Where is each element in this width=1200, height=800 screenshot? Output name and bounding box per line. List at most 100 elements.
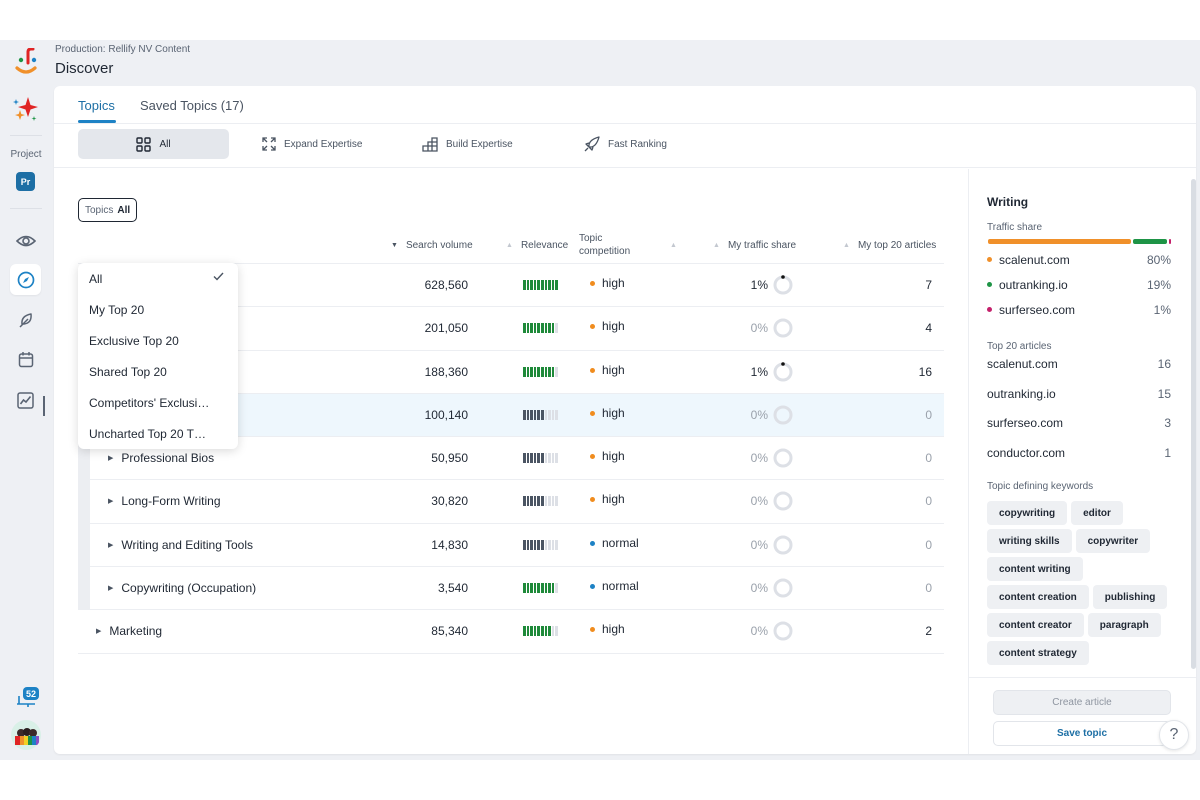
traffic-share-ring-icon <box>773 275 793 295</box>
caret-right-icon[interactable]: ▶ <box>96 627 101 635</box>
table-row[interactable]: ▶ Writing and Editing Tools 14,830 normal 0%… <box>90 524 944 568</box>
relevance-bar <box>555 583 558 594</box>
topic-name-cell[interactable]: ▶ Copywriting (Occupation) <box>108 567 256 609</box>
sidebar-divider <box>10 208 42 209</box>
topic-name-cell[interactable]: ▶ Writing and Editing Tools <box>108 524 253 566</box>
top20-articles-count: 0 <box>925 581 932 596</box>
competition-dot-icon <box>590 540 595 546</box>
column-topic-competition[interactable]: Topic competition <box>579 226 639 264</box>
project-badge[interactable]: Pr <box>16 172 35 191</box>
create-article-button[interactable]: Create article <box>993 690 1171 715</box>
relevance-bar <box>537 366 540 377</box>
filter-build-expertise[interactable]: Build Expertise <box>422 129 513 159</box>
relevance-meter <box>523 567 558 609</box>
traffic-share-value: 0% <box>750 581 768 596</box>
keyword-chip[interactable]: content writing <box>987 557 1083 581</box>
tab-saved-topics[interactable]: Saved Topics (17) <box>140 98 244 113</box>
nav-eye[interactable] <box>10 225 41 256</box>
caret-right-icon[interactable]: ▶ <box>108 454 113 462</box>
top20-articles-count: 2 <box>925 624 932 639</box>
relevance-bar <box>526 496 530 507</box>
relevance-bars <box>523 280 558 290</box>
breadcrumb[interactable]: Production: Rellify NV Content <box>55 44 190 55</box>
help-button[interactable]: ? <box>1159 720 1189 750</box>
menu-item-competitors-exclusive[interactable]: Competitors' Exclusi… <box>78 387 238 418</box>
column-label: Relevance <box>520 239 569 251</box>
keyword-chip[interactable]: publishing <box>1092 585 1168 609</box>
caret-right-icon[interactable]: ▶ <box>108 497 113 505</box>
relevance-bar <box>533 496 537 507</box>
save-topic-button[interactable]: Save topic <box>993 721 1171 746</box>
column-search-volume[interactable]: ▼ Search volume <box>391 226 473 264</box>
column-top20-articles[interactable]: ▲ My top 20 articles <box>843 226 936 264</box>
competition-label: high <box>602 492 625 507</box>
traffic-share: 0% <box>693 610 793 652</box>
table-row[interactable]: ▶ Long-Form Writing 30,820 high 0% 0 <box>90 480 944 524</box>
topic-competition: high <box>590 351 625 393</box>
traffic-share-label: Traffic share <box>987 222 1043 233</box>
menu-item-my-top-20[interactable]: My Top 20 <box>78 294 238 325</box>
tab-topics[interactable]: Topics <box>78 98 115 113</box>
keyword-chip[interactable]: content creator <box>987 613 1084 637</box>
nav-write[interactable] <box>10 304 41 335</box>
sidebar-scrollbar[interactable] <box>43 396 45 416</box>
column-label: Topic competition <box>579 233 631 257</box>
filter-fast-ranking[interactable]: Fast Ranking <box>584 129 667 159</box>
sparkle-icon[interactable] <box>11 94 41 124</box>
competition-label: high <box>602 276 625 290</box>
keyword-chip[interactable]: copywriter <box>1075 529 1151 553</box>
filter-all[interactable]: All <box>78 129 229 159</box>
table-row[interactable]: ▶ Marketing 85,340 high 0% 2 <box>78 610 944 654</box>
relevance-bar <box>523 539 526 550</box>
menu-item-uncharted-top-20[interactable]: Uncharted Top 20 T… <box>78 418 238 449</box>
relevance-bar <box>523 323 526 334</box>
relevance-bar <box>551 366 555 377</box>
caret-right-icon[interactable]: ▶ <box>108 541 113 549</box>
relevance-bar <box>548 366 551 377</box>
relevance-bars <box>523 539 558 550</box>
domain-color-dot-icon <box>987 257 992 263</box>
column-traffic-share[interactable]: ▲ My traffic share <box>713 226 796 264</box>
keyword-chip[interactable]: content strategy <box>987 641 1089 665</box>
traffic-share-value: 1% <box>750 364 768 379</box>
traffic-share-segment <box>988 239 1132 244</box>
nav-calendar[interactable] <box>10 344 41 375</box>
relevance-bar <box>555 280 558 290</box>
checkmark-icon <box>213 272 224 281</box>
topic-name-cell[interactable]: ▶ Marketing <box>96 610 162 652</box>
user-avatar[interactable] <box>11 720 41 750</box>
app-logo-icon[interactable] <box>12 48 40 78</box>
relevance-bar <box>555 539 558 550</box>
relevance-bar <box>540 366 544 377</box>
keyword-chip[interactable]: editor <box>1071 501 1123 525</box>
menu-item-label: Competitors' Exclusi… <box>89 395 210 410</box>
filter-expand-expertise[interactable]: Expand Expertise <box>262 129 362 159</box>
keyword-chip[interactable]: paragraph <box>1087 613 1161 637</box>
domain-name: surferseo.com <box>987 416 1064 430</box>
keyword-chip[interactable]: copywriting <box>987 501 1068 525</box>
search-volume: 85,340 <box>431 624 468 639</box>
menu-item-exclusive-top-20[interactable]: Exclusive Top 20 <box>78 325 238 356</box>
column-competition-sort[interactable]: ▲ <box>670 226 685 264</box>
menu-item-shared-top-20[interactable]: Shared Top 20 <box>78 356 238 387</box>
column-relevance[interactable]: ▲ Relevance <box>506 226 568 264</box>
keyword-chip[interactable]: content creation <box>987 585 1089 609</box>
relevance-bar <box>533 539 537 550</box>
menu-item-all[interactable]: All <box>78 263 238 294</box>
caret-right-icon[interactable]: ▶ <box>108 584 113 592</box>
competition-dot-icon <box>590 627 595 633</box>
topics-filter-dropdown[interactable]: Topics All <box>78 198 138 222</box>
app-screen: Project Pr 52 Production: Rellify NV Con… <box>0 40 1200 760</box>
nav-analytics[interactable] <box>10 385 41 416</box>
relevance-bar <box>540 323 544 334</box>
panel-scrollbar[interactable] <box>1191 179 1196 669</box>
relevance-bar <box>544 496 548 507</box>
active-tab-indicator <box>78 120 116 123</box>
relevance-bar <box>530 626 533 637</box>
relevance-bar <box>555 366 558 377</box>
table-row[interactable]: ▶ Copywriting (Occupation) 3,540 normal 0% 0 <box>90 567 944 611</box>
keyword-chip[interactable]: writing skills <box>987 529 1072 553</box>
competition-label: high <box>602 449 625 464</box>
nav-discover[interactable] <box>10 264 41 295</box>
topic-name-cell[interactable]: ▶ Long-Form Writing <box>108 480 221 522</box>
